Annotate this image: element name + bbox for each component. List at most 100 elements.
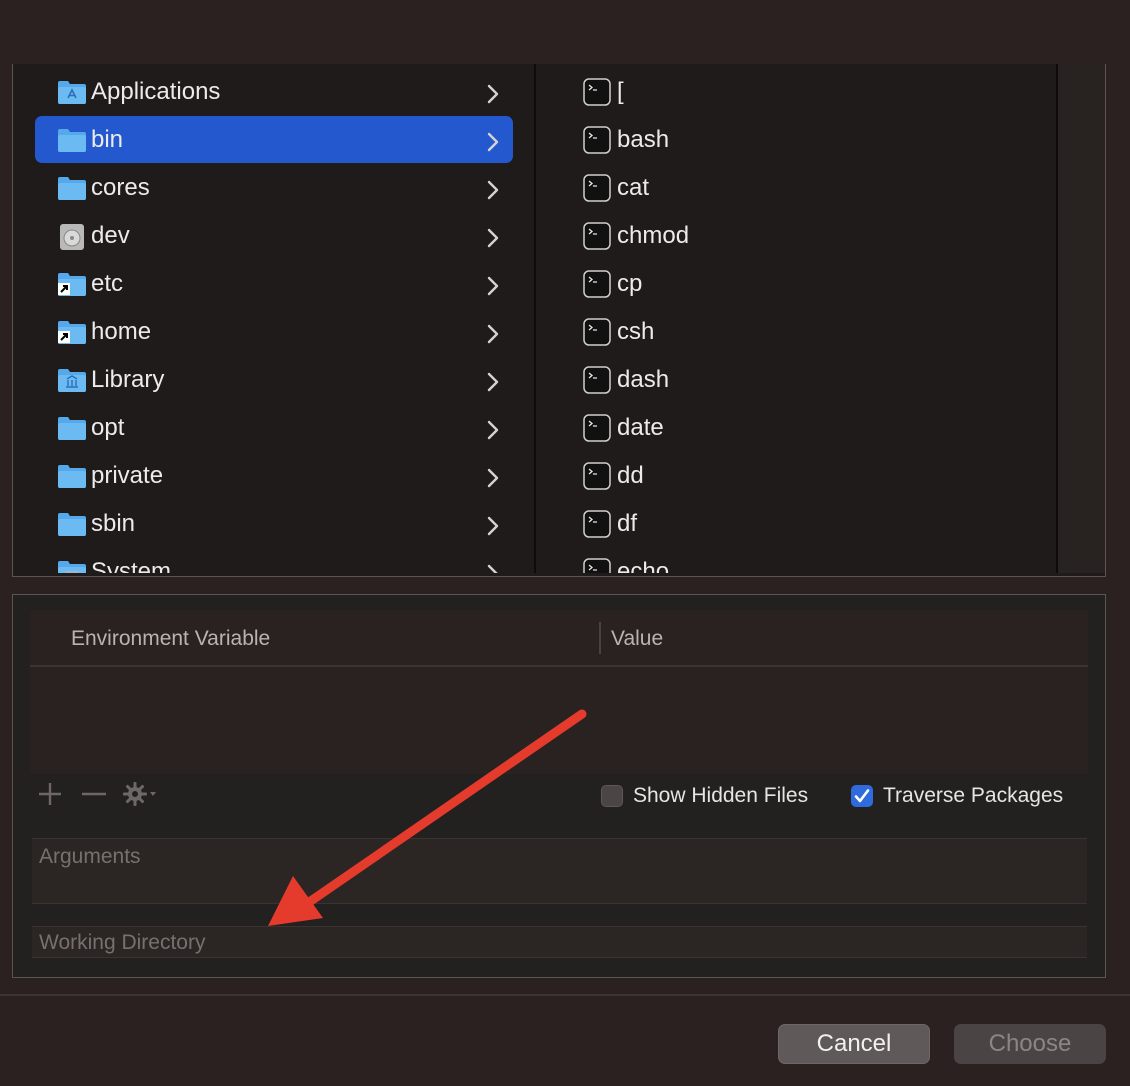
chevron-right-icon <box>483 82 503 106</box>
traverse-packages-label: Traverse Packages <box>883 784 1064 807</box>
browser-item-label: home <box>91 317 152 345</box>
folder-icon <box>57 127 87 153</box>
table-toolbar <box>35 781 173 811</box>
chevron-right-icon <box>483 370 503 394</box>
browser-item-label: date <box>617 413 664 441</box>
browser-column-bin[interactable]: [ bash cat chmod cp csh dash date dd df echo <box>536 64 1056 573</box>
terminal-executable-icon <box>583 413 611 442</box>
show-hidden-files-checkbox[interactable]: Show Hidden Files <box>601 784 808 808</box>
file-browser: Applications bin cores dev etc home Library opt… <box>12 64 1106 577</box>
browser-item-label: chmod <box>617 221 690 249</box>
browser-item-cp[interactable]: cp <box>583 260 642 307</box>
chevron-right-icon <box>483 274 503 298</box>
column-header-value[interactable]: Value <box>611 627 663 651</box>
browser-item-echo[interactable]: echo <box>583 548 669 573</box>
browser-item-label: Library <box>91 365 165 393</box>
terminal-executable-icon <box>583 269 611 298</box>
alias-folder-icon <box>57 271 87 297</box>
terminal-executable-icon <box>583 317 611 346</box>
browser-item-dev[interactable]: dev <box>35 212 513 259</box>
folder-icon <box>57 463 87 489</box>
environment-table-header: Environment Variable Value <box>30 610 1088 667</box>
chevron-right-icon <box>483 130 503 154</box>
arguments-field[interactable]: Arguments <box>32 838 1087 904</box>
options-panel: Environment Variable Value Show Hidden F… <box>12 594 1106 978</box>
browser-item-bash[interactable]: bash <box>583 116 669 163</box>
chevron-right-icon <box>483 466 503 490</box>
show-hidden-files-label: Show Hidden Files <box>633 784 809 807</box>
browser-item-library[interactable]: Library <box>35 356 513 403</box>
checkmark-icon <box>854 789 870 803</box>
column-header-environment-variable[interactable]: Environment Variable <box>71 627 270 651</box>
browser-item-system[interactable]: System <box>35 548 513 573</box>
terminal-executable-icon <box>583 125 611 154</box>
browser-item-label: cores <box>91 173 150 201</box>
browser-item-label: dd <box>617 461 644 489</box>
environment-table[interactable]: Environment Variable Value <box>30 610 1088 774</box>
browser-item-cat[interactable]: cat <box>583 164 649 211</box>
library-folder-icon <box>57 367 87 393</box>
browser-item-private[interactable]: private <box>35 452 513 499</box>
browser-item-label: private <box>91 461 164 489</box>
browser-item-csh[interactable]: csh <box>583 308 654 355</box>
terminal-executable-icon <box>583 365 611 394</box>
browser-item-chmod[interactable]: chmod <box>583 212 689 259</box>
chevron-right-icon <box>483 514 503 538</box>
browser-item-sbin[interactable]: sbin <box>35 500 513 547</box>
browser-column-empty <box>1058 64 1105 573</box>
cancel-button[interactable]: Cancel <box>778 1024 930 1064</box>
browser-item-applications[interactable]: Applications <box>35 68 513 115</box>
browser-item-df[interactable]: df <box>583 500 637 547</box>
browser-item-etc[interactable]: etc <box>35 260 513 307</box>
browser-item-label: dash <box>617 365 670 393</box>
browser-item-cores[interactable]: cores <box>35 164 513 211</box>
terminal-executable-icon <box>583 461 611 490</box>
chevron-right-icon <box>483 226 503 250</box>
browser-item-opt[interactable]: opt <box>35 404 513 451</box>
browser-item-label: bash <box>617 125 670 153</box>
system-folder-icon <box>57 559 87 573</box>
browser-item-home[interactable]: home <box>35 308 513 355</box>
terminal-executable-icon <box>583 557 611 573</box>
applications-folder-icon <box>57 79 87 105</box>
column-header-separator <box>599 622 601 654</box>
browser-item-label: echo <box>617 557 670 574</box>
browser-item-label: cp <box>617 269 643 297</box>
browser-item-label: cat <box>617 173 650 201</box>
browser-item-label: bin <box>91 125 124 153</box>
footer-divider <box>0 994 1130 996</box>
browser-item-label: df <box>617 509 638 537</box>
folder-icon <box>57 415 87 441</box>
disk-icon <box>57 223 87 250</box>
browser-item-label: opt <box>91 413 125 441</box>
traverse-packages-checkbox[interactable]: Traverse Packages <box>851 784 1063 808</box>
folder-icon <box>57 175 87 201</box>
browser-item-label: sbin <box>91 509 136 537</box>
folder-icon <box>57 511 87 537</box>
working-directory-field[interactable]: Working Directory <box>32 926 1087 958</box>
choose-button[interactable]: Choose <box>954 1024 1106 1064</box>
browser-item-label: [ <box>617 77 624 105</box>
terminal-executable-icon <box>583 509 611 538</box>
browser-item-dd[interactable]: dd <box>583 452 644 499</box>
browser-item-dash[interactable]: dash <box>583 356 669 403</box>
arguments-placeholder: Arguments <box>39 845 141 868</box>
browser-item-bin[interactable]: bin <box>35 116 513 163</box>
checkbox-checked[interactable] <box>851 785 873 807</box>
browser-column-root[interactable]: Applications bin cores dev etc home Library opt… <box>13 64 534 573</box>
terminal-executable-icon <box>583 221 611 250</box>
working-directory-placeholder: Working Directory <box>39 931 206 954</box>
browser-item-bracket[interactable]: [ <box>583 68 624 115</box>
checkbox-unchecked[interactable] <box>601 785 623 807</box>
browser-item-date[interactable]: date <box>583 404 664 451</box>
chevron-right-icon <box>483 562 503 573</box>
chevron-right-icon <box>483 322 503 346</box>
terminal-executable-icon <box>583 173 611 202</box>
add-icon[interactable] <box>35 779 65 814</box>
remove-icon[interactable] <box>79 779 109 814</box>
terminal-executable-icon <box>583 77 611 106</box>
alias-folder-icon <box>57 319 87 345</box>
chevron-right-icon <box>483 178 503 202</box>
gear-menu-icon[interactable] <box>123 779 159 814</box>
browser-item-label: csh <box>617 317 655 345</box>
